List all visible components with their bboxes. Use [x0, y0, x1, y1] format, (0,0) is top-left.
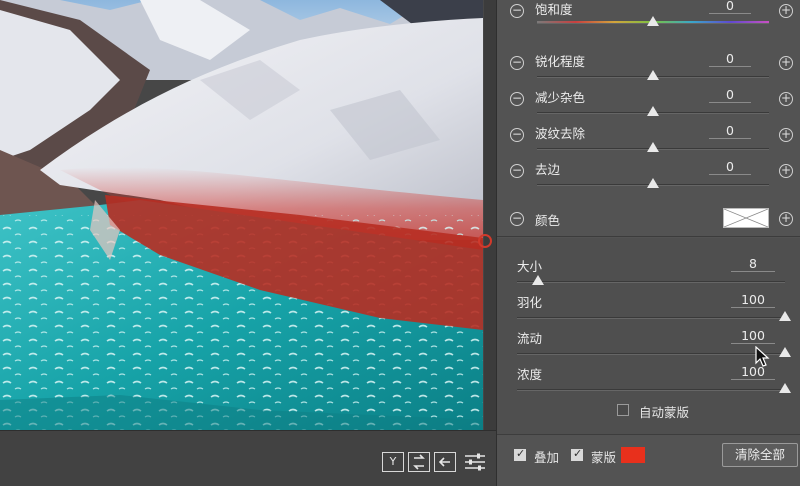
- swap-before-after-icon[interactable]: [408, 452, 430, 472]
- brush-cursor-handle[interactable]: [478, 234, 492, 248]
- color-collapse-button[interactable]: −: [510, 212, 524, 226]
- defringe-slider-thumb[interactable]: [647, 178, 659, 188]
- brush-feather-value[interactable]: 100: [731, 292, 775, 308]
- saturation-increase-button[interactable]: +: [779, 4, 793, 18]
- adjustment-panel: − 饱和度 0 + − 锐化程度 0 + − 减少杂色 0 + − 波纹去除 0 + − 去边 0 + − 颜…: [496, 0, 800, 486]
- defringe-value[interactable]: 0: [709, 159, 751, 175]
- saturation-label: 饱和度: [535, 2, 573, 17]
- brush-size-slider-thumb[interactable]: [532, 275, 545, 285]
- moire-increase-button[interactable]: +: [779, 128, 793, 142]
- mask-checkbox[interactable]: [571, 447, 583, 461]
- noise-slider-thumb[interactable]: [647, 106, 659, 116]
- photo-preview[interactable]: [0, 0, 483, 430]
- brush-size-label: 大小: [517, 259, 543, 274]
- moire-row: − 波纹去除 0 +: [497, 118, 800, 152]
- color-label: 颜色: [535, 213, 561, 228]
- sharpness-decrease-button[interactable]: −: [510, 56, 524, 70]
- brush-feather-label: 羽化: [517, 295, 543, 310]
- brush-feather-slider-thumb[interactable]: [779, 311, 791, 321]
- sharpness-increase-button[interactable]: +: [779, 56, 793, 70]
- saturation-row: − 饱和度 0 +: [497, 0, 800, 34]
- overlay-label: 叠加: [534, 450, 560, 465]
- color-swatch[interactable]: [723, 208, 769, 228]
- moire-label: 波纹去除: [535, 126, 586, 141]
- noise-decrease-button[interactable]: −: [510, 92, 524, 106]
- brush-size-track[interactable]: [517, 281, 785, 283]
- brush-density-label: 浓度: [517, 367, 543, 382]
- section-divider: [497, 236, 800, 237]
- brush-flow-track[interactable]: [517, 353, 785, 355]
- noise-increase-button[interactable]: +: [779, 92, 793, 106]
- mask-label: 蒙版: [591, 450, 617, 465]
- defringe-decrease-button[interactable]: −: [510, 164, 524, 178]
- auto-mask-label: 自动蒙版: [639, 405, 690, 420]
- saturation-slider-thumb[interactable]: [647, 16, 659, 26]
- brush-density-slider-thumb[interactable]: [779, 383, 791, 393]
- brush-flow-label: 流动: [517, 331, 543, 346]
- brush-size-value[interactable]: 8: [731, 256, 775, 272]
- view-mode-button[interactable]: Y: [382, 452, 404, 472]
- moire-slider-thumb[interactable]: [647, 142, 659, 152]
- saturation-decrease-button[interactable]: −: [510, 4, 524, 18]
- photo-canvas-area: Y: [0, 0, 496, 486]
- clear-all-button[interactable]: 清除全部: [722, 443, 798, 467]
- mouse-pointer-icon: [755, 345, 771, 371]
- moire-value[interactable]: 0: [709, 123, 751, 139]
- brush-feather-track[interactable]: [517, 317, 785, 319]
- defringe-increase-button[interactable]: +: [779, 164, 793, 178]
- saturation-value[interactable]: 0: [709, 0, 751, 14]
- color-increase-button[interactable]: +: [779, 212, 793, 226]
- brush-density-track[interactable]: [517, 389, 785, 391]
- view-mode-label: Y: [389, 455, 397, 468]
- defringe-label: 去边: [535, 162, 561, 177]
- sharpness-slider-thumb[interactable]: [647, 70, 659, 80]
- sharpness-row: − 锐化程度 0 +: [497, 46, 800, 80]
- noise-value[interactable]: 0: [709, 87, 751, 103]
- noise-row: − 减少杂色 0 +: [497, 82, 800, 116]
- defringe-row: − 去边 0 +: [497, 154, 800, 188]
- moire-decrease-button[interactable]: −: [510, 128, 524, 142]
- overlay-checkbox[interactable]: [514, 447, 526, 461]
- noise-label: 减少杂色: [535, 90, 586, 105]
- auto-mask-checkbox[interactable]: [617, 404, 629, 416]
- brush-flow-value[interactable]: 100: [731, 328, 775, 344]
- copy-settings-icon[interactable]: [434, 452, 456, 472]
- landscape-image: [0, 0, 483, 430]
- brush-feather-row: 羽化 100: [497, 292, 800, 328]
- sliders-icon[interactable]: [463, 452, 487, 472]
- sharpness-value[interactable]: 0: [709, 51, 751, 67]
- brush-flow-slider-thumb[interactable]: [779, 347, 791, 357]
- panel-divider[interactable]: [484, 0, 496, 430]
- sharpness-label: 锐化程度: [535, 54, 586, 69]
- brush-size-row: 大小 8: [497, 256, 800, 292]
- mask-color-swatch[interactable]: [621, 447, 645, 463]
